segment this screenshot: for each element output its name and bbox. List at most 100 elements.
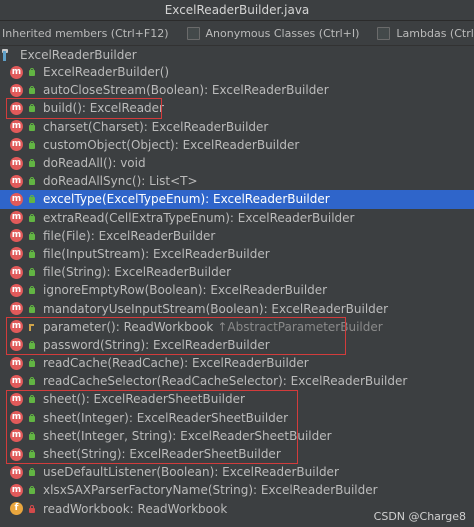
member-row[interactable]: m doReadAllSync(): List<T> [0, 172, 474, 190]
method-icon: m [10, 392, 23, 406]
member-label: mandatoryUseInputStream(Boolean): ExcelR… [43, 301, 389, 316]
member-row[interactable]: m mandatoryUseInputStream(Boolean): Excel… [0, 299, 474, 317]
member-label: ExcelReaderBuilder() [43, 65, 170, 80]
anonymous-classes-toggle[interactable]: Anonymous Classes (Ctrl+I) [186, 26, 360, 40]
member-label: autoCloseStream(Boolean): ExcelReaderBui… [43, 83, 329, 98]
member-row[interactable]: m readCacheSelector(ReadCacheSelector): E… [0, 372, 474, 390]
public-visibility-icon [28, 377, 36, 386]
member-label: customObject(Object): ExcelReaderBuilder [43, 137, 300, 152]
private-visibility-icon [28, 504, 36, 513]
member-row[interactable]: m parameter(): ReadWorkbook ↑AbstractParam… [0, 318, 474, 336]
method-icon: m [10, 465, 23, 479]
method-icon: m [10, 65, 23, 79]
public-visibility-icon [28, 304, 36, 313]
method-icon: m [10, 374, 23, 388]
member-row[interactable]: m sheet(Integer): ExcelReaderSheetBuilder [0, 409, 474, 427]
public-visibility-icon [28, 177, 36, 186]
method-icon: m [10, 283, 23, 297]
public-visibility-icon [28, 104, 36, 113]
member-label: parameter(): ReadWorkbook [43, 319, 214, 334]
member-label: file(InputStream): ExcelReaderBuilder [43, 246, 270, 261]
method-icon: m [10, 120, 23, 134]
inherited-members-label: Inherited members (Ctrl+F12) [2, 26, 169, 40]
method-icon: m [10, 356, 23, 370]
member-row[interactable]: m readCache(ReadCache): ExcelReaderBuilde… [0, 354, 474, 372]
member-row[interactable]: m sheet(): ExcelReaderSheetBuilder [0, 390, 474, 408]
member-label: useDefaultListener(Boolean): ExcelReader… [43, 465, 339, 480]
method-icon: m [10, 447, 23, 461]
inherited-from-label: ↑AbstractParameterBuilder [217, 319, 383, 334]
public-visibility-icon [28, 431, 36, 440]
member-row[interactable]: m autoCloseStream(Boolean): ExcelReaderBu… [0, 81, 474, 99]
member-label: extraRead(CellExtraTypeEnum): ExcelReade… [43, 210, 355, 225]
field-icon: f [10, 502, 23, 516]
public-visibility-icon [28, 268, 36, 277]
method-icon: m [10, 174, 23, 188]
member-label: readCache(ReadCache): ExcelReaderBuilder [43, 356, 309, 371]
member-row[interactable]: m build(): ExcelReader [0, 99, 474, 117]
member-label: sheet(): ExcelReaderSheetBuilder [43, 392, 245, 407]
member-label: doReadAll(): void [43, 156, 146, 171]
method-icon: m [10, 138, 23, 152]
member-row[interactable]: m password(String): ExcelReaderBuilder [0, 336, 474, 354]
lambdas-toggle[interactable]: Lambdas (Ctrl+L) [377, 26, 474, 40]
watermark: CSDN @Charge8 [373, 510, 466, 523]
member-row[interactable]: m extraRead(CellExtraTypeEnum): ExcelRead… [0, 209, 474, 227]
method-icon: m [10, 302, 23, 316]
member-label: password(String): ExcelReaderBuilder [43, 337, 270, 352]
member-label: xlsxSAXParserFactoryName(String): ExcelR… [43, 483, 378, 498]
member-label: sheet(String): ExcelReaderSheetBuilder [43, 447, 281, 462]
method-icon: m [10, 429, 23, 443]
public-visibility-icon [28, 286, 36, 295]
member-label: file(String): ExcelReaderBuilder [43, 265, 232, 280]
method-icon: m [10, 247, 23, 261]
public-visibility-icon [28, 195, 36, 204]
method-icon: m [10, 265, 23, 279]
member-label: excelType(ExcelTypeEnum): ExcelReaderBui… [43, 192, 330, 207]
lambdas-checkbox[interactable] [377, 26, 391, 40]
method-icon: m [10, 101, 23, 115]
method-icon: m [10, 338, 23, 352]
window-title: ExcelReaderBuilder.java [0, 0, 474, 21]
public-visibility-icon [28, 413, 36, 422]
method-icon: m [10, 411, 23, 425]
member-row[interactable]: m file(File): ExcelReaderBuilder [0, 227, 474, 245]
member-row[interactable]: m excelType(ExcelTypeEnum): ExcelReaderBu… [0, 190, 474, 209]
anonymous-classes-checkbox[interactable] [186, 26, 200, 40]
public-visibility-icon [28, 86, 36, 95]
inherited-members-toggle[interactable]: Inherited members (Ctrl+F12) [2, 27, 169, 40]
member-row[interactable]: m xlsxSAXParserFactoryName(String): Excel… [0, 481, 474, 499]
public-visibility-icon [28, 486, 36, 495]
member-row[interactable]: m file(InputStream): ExcelReaderBuilder [0, 245, 474, 263]
method-icon: m [10, 211, 23, 225]
public-visibility-icon [28, 213, 36, 222]
member-row[interactable]: m ignoreEmptyRow(Boolean): ExcelReaderBui… [0, 281, 474, 299]
member-row[interactable]: m useDefaultListener(Boolean): ExcelReade… [0, 463, 474, 481]
member-row[interactable]: m charset(Charset): ExcelReaderBuilder [0, 118, 474, 136]
public-visibility-icon [28, 450, 36, 459]
protected-visibility-icon [28, 323, 36, 331]
class-root-node[interactable]: ExcelReaderBuilder [0, 46, 474, 64]
method-icon: m [10, 483, 23, 497]
member-row[interactable]: m customObject(Object): ExcelReaderBuilde… [0, 136, 474, 154]
public-visibility-icon [28, 395, 36, 404]
member-row[interactable]: m ExcelReaderBuilder() [0, 63, 474, 81]
filter-bar: Inherited members (Ctrl+F12) Anonymous C… [0, 21, 474, 46]
member-list: m ExcelReaderBuilder() m autoCloseStream(Bo… [0, 63, 474, 518]
member-row[interactable]: m sheet(String): ExcelReaderSheetBuilder [0, 445, 474, 463]
class-icon [2, 48, 14, 62]
class-root-label: ExcelReaderBuilder [20, 48, 137, 62]
public-visibility-icon [28, 122, 36, 131]
public-visibility-icon [28, 468, 36, 477]
member-row[interactable]: m doReadAll(): void [0, 154, 474, 172]
anonymous-classes-label: Anonymous Classes (Ctrl+I) [205, 26, 360, 40]
member-row[interactable]: m file(String): ExcelReaderBuilder [0, 263, 474, 281]
public-visibility-icon [28, 159, 36, 168]
member-label: file(File): ExcelReaderBuilder [43, 228, 216, 243]
method-icon: m [10, 156, 23, 170]
public-visibility-icon [28, 359, 36, 368]
member-label: readCacheSelector(ReadCacheSelector): Ex… [43, 374, 408, 389]
member-label: charset(Charset): ExcelReaderBuilder [43, 119, 269, 134]
member-row[interactable]: m sheet(Integer, String): ExcelReaderShee… [0, 427, 474, 445]
method-icon: m [10, 192, 23, 206]
